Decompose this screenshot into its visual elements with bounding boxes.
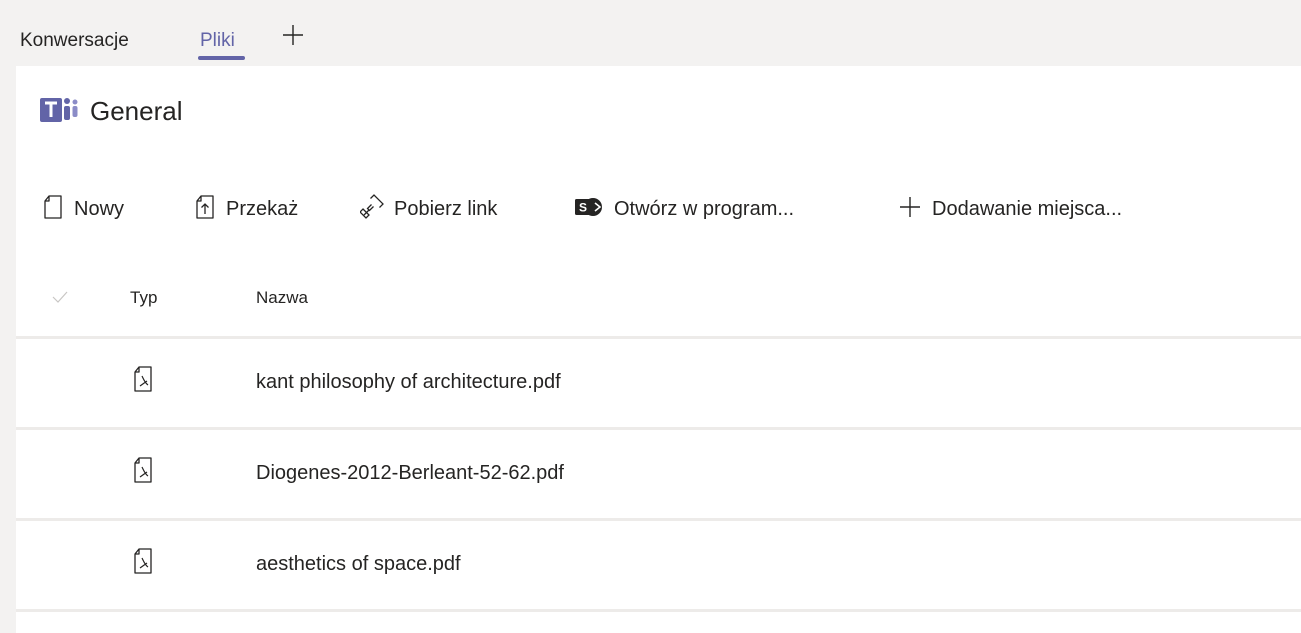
tab-bar: Konwersacje Pliki: [0, 0, 1301, 66]
sharepoint-icon: S: [574, 194, 604, 225]
active-tab-indicator: [198, 56, 245, 60]
add-storage-button[interactable]: Dodawanie miejsca...: [898, 194, 1122, 224]
checkmark-icon[interactable]: [50, 288, 70, 311]
link-icon: [359, 193, 384, 225]
file-name[interactable]: Diogenes-2012-Berleant-52-62.pdf: [256, 462, 564, 485]
teams-logo-icon: [40, 92, 80, 131]
new-document-icon: [42, 194, 64, 225]
svg-text:S: S: [579, 200, 587, 214]
get-link-button[interactable]: Pobierz link: [359, 193, 498, 225]
table-row[interactable]: aesthetics of space.pdf: [16, 521, 1301, 609]
tab-konwersacje[interactable]: Konwersacje: [20, 30, 129, 52]
pdf-file-icon: [132, 456, 154, 489]
pdf-file-icon: [132, 365, 154, 398]
new-button[interactable]: Nowy: [42, 194, 124, 224]
files-panel: General Nowy Przekaż Pobierz link S Otwó…: [16, 66, 1301, 633]
tab-pliki[interactable]: Pliki: [200, 30, 235, 52]
get-link-button-label: Pobierz link: [394, 197, 498, 220]
table-header: Typ Nazwa: [16, 274, 1301, 324]
channel-header: General: [40, 94, 183, 128]
file-name[interactable]: aesthetics of space.pdf: [256, 553, 461, 576]
open-in-button-label: Otwórz w program...: [614, 197, 795, 220]
table-row[interactable]: Diogenes-2012-Berleant-52-62.pdf: [16, 430, 1301, 518]
add-storage-button-label: Dodawanie miejsca...: [932, 197, 1123, 220]
channel-title: General: [90, 95, 183, 126]
upload-icon: [194, 194, 216, 225]
row-divider: [16, 609, 1301, 612]
file-name[interactable]: kant philosophy of architecture.pdf: [256, 371, 561, 394]
plus-icon[interactable]: [280, 22, 306, 48]
pdf-file-icon: [132, 547, 154, 580]
upload-button-label: Przekaż: [226, 197, 299, 220]
open-in-sharepoint-button[interactable]: S Otwórz w program...: [574, 194, 794, 224]
plus-icon: [898, 195, 922, 224]
table-row[interactable]: kant philosophy of architecture.pdf: [16, 339, 1301, 427]
column-header-name[interactable]: Nazwa: [256, 288, 308, 308]
new-button-label: Nowy: [74, 197, 125, 220]
column-header-type[interactable]: Typ: [130, 288, 157, 308]
upload-button[interactable]: Przekaż: [194, 194, 298, 224]
